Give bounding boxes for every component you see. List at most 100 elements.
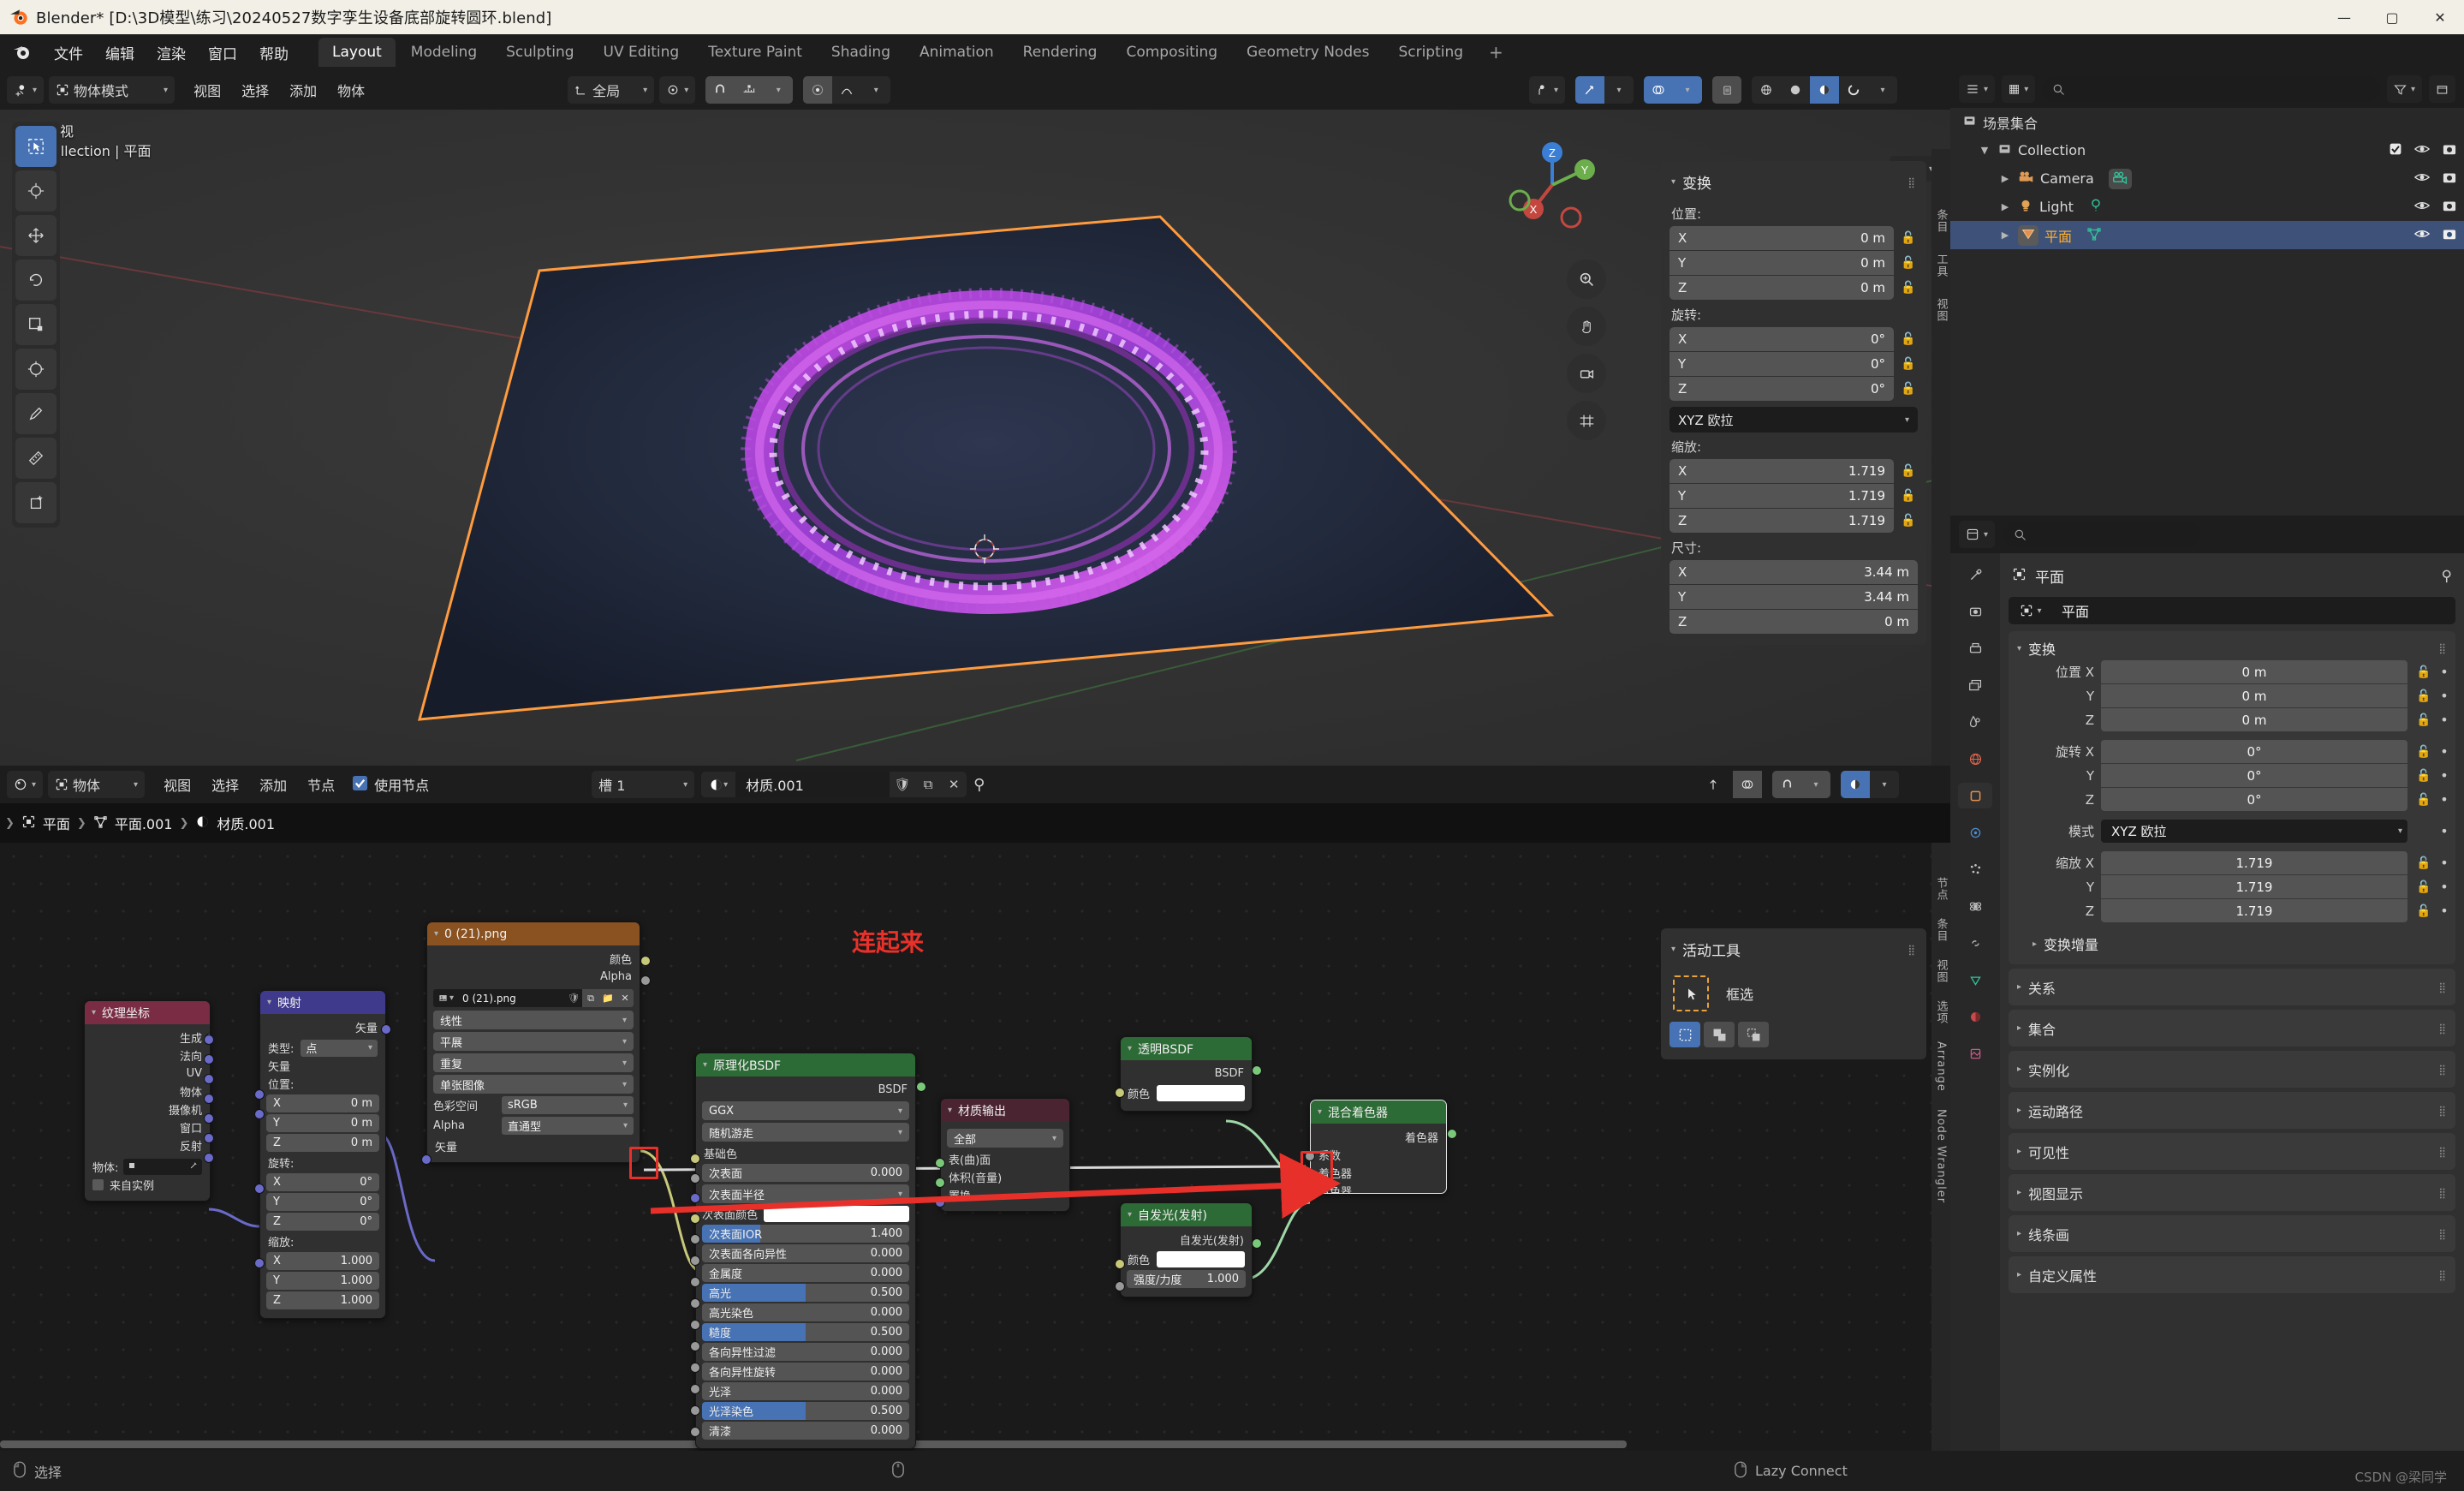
- menu-render[interactable]: 渲染: [146, 39, 197, 67]
- visibility-selector[interactable]: ▾: [1528, 76, 1565, 104]
- expand-triangle-icon[interactable]: ▶: [1998, 230, 2012, 241]
- breadcrumb-material[interactable]: 材质.001: [217, 813, 275, 833]
- lock-icon[interactable]: 🔓: [2414, 880, 2433, 894]
- tab-material-icon[interactable]: [1958, 1004, 1992, 1029]
- outliner-row-collection[interactable]: ▼ Collection: [1950, 136, 2464, 164]
- workspace-tab-texture-paint[interactable]: Texture Paint: [694, 38, 816, 67]
- menu-file[interactable]: 文件: [43, 39, 94, 67]
- drag-dots-icon[interactable]: ⣿: [2438, 1065, 2447, 1075]
- add-workspace-button[interactable]: +: [1479, 40, 1514, 64]
- scale-z-field[interactable]: 1.719: [2101, 899, 2407, 922]
- delta-transform-header[interactable]: ▸ 变换增量: [2015, 932, 2449, 956]
- shading-rendered-icon[interactable]: [1839, 76, 1868, 104]
- shader-editor-type-icon[interactable]: ▾: [7, 771, 44, 798]
- tool-annotate-icon[interactable]: [15, 393, 57, 434]
- outliner-row-camera[interactable]: ▶ Camera: [1950, 164, 2464, 193]
- outliner-editor-type-icon[interactable]: ▾: [1959, 75, 1996, 103]
- use-nodes-toggle[interactable]: 使用节点: [352, 774, 429, 795]
- animate-dot-icon[interactable]: •: [2440, 767, 2449, 784]
- snap-dropdown-icon[interactable]: ▾: [764, 76, 794, 104]
- sidebar-tab-view[interactable]: 视图: [1933, 298, 1949, 322]
- expand-triangle-icon[interactable]: ▼: [1978, 145, 1991, 156]
- tab-world-icon[interactable]: [1958, 746, 1992, 772]
- transform-orientation-selector[interactable]: 全局 ▾: [568, 76, 655, 104]
- breadcrumb-object[interactable]: 平面: [43, 813, 70, 833]
- blender-menu-icon[interactable]: [12, 42, 33, 63]
- shader-editor[interactable]: ▾ 物体 ▾ 视图 选择 添加 节点 使用节点 槽 1 ▾ ▾ 材质.001 🛡…: [0, 766, 1950, 1451]
- node-shading-dropdown-icon[interactable]: ▾: [1870, 771, 1899, 798]
- camera-render-icon[interactable]: [2442, 227, 2457, 244]
- outliner-search-input[interactable]: [2042, 76, 2380, 102]
- workspace-tab-rendering[interactable]: Rendering: [1009, 38, 1111, 67]
- tool-measure-icon[interactable]: [15, 438, 57, 479]
- lock-rotation-z-icon[interactable]: 🔓: [1899, 382, 1918, 396]
- animate-dot-icon[interactable]: •: [2440, 712, 2449, 728]
- rotation-mode-dropdown[interactable]: XYZ 欧拉 ▾: [1669, 407, 1918, 432]
- tool-cursor-icon[interactable]: [15, 170, 57, 212]
- tab-data-icon[interactable]: [1958, 967, 1992, 993]
- transform-panel-header[interactable]: ▾ 变换 ⣿: [2015, 636, 2449, 660]
- shading-solid-icon[interactable]: [1781, 76, 1810, 104]
- tool-rotate-icon[interactable]: [15, 259, 57, 301]
- material-icon[interactable]: ▾: [701, 772, 736, 797]
- shader-menu-view[interactable]: 视图: [153, 771, 201, 798]
- tab-physics-icon[interactable]: [1958, 893, 1992, 919]
- xray-toggle-icon[interactable]: [1712, 76, 1741, 104]
- breadcrumb-mesh[interactable]: 平面.001: [115, 813, 173, 833]
- workspace-tab-uv-editing[interactable]: UV Editing: [590, 38, 693, 67]
- animate-dot-icon[interactable]: •: [2440, 903, 2449, 919]
- rotation-mode-dropdown[interactable]: XYZ 欧拉 ▾: [2101, 820, 2407, 843]
- viewport-menu-view[interactable]: 视图: [183, 76, 231, 104]
- lock-location-x-icon[interactable]: 🔓: [1899, 231, 1918, 245]
- tool-transform-icon[interactable]: [15, 349, 57, 390]
- drag-dots-icon[interactable]: ⣿: [2438, 1270, 2447, 1280]
- eye-icon[interactable]: [2413, 142, 2431, 159]
- location-z-field[interactable]: Z 0 m: [1669, 276, 1894, 300]
- tab-constraints-icon[interactable]: [1958, 930, 1992, 956]
- checkbox-icon[interactable]: [2389, 142, 2402, 159]
- tool-select-box-icon[interactable]: [15, 126, 57, 167]
- interaction-mode-selector[interactable]: 物体模式 ▾: [49, 76, 176, 104]
- animate-dot-icon[interactable]: •: [2440, 743, 2449, 760]
- zoom-view-icon[interactable]: [1567, 259, 1606, 299]
- new-material-icon[interactable]: ⧉: [915, 772, 941, 797]
- expand-triangle-icon[interactable]: ▶: [1998, 201, 2012, 212]
- scale-y-field[interactable]: Y 1.719: [1669, 484, 1894, 508]
- lock-rotation-y-icon[interactable]: 🔓: [1899, 357, 1918, 371]
- shading-material-icon[interactable]: [1810, 76, 1839, 104]
- editor-type-selector[interactable]: ▾: [7, 76, 45, 104]
- camera-view-icon[interactable]: [1567, 354, 1606, 393]
- workspace-tab-shading[interactable]: Shading: [818, 38, 904, 67]
- tab-object-icon[interactable]: [1958, 783, 1992, 808]
- lock-icon[interactable]: 🔓: [2414, 745, 2433, 759]
- location-x-field[interactable]: 0 m: [2101, 660, 2407, 683]
- drag-dots-icon[interactable]: ⣿: [2438, 1023, 2447, 1034]
- tab-texture-icon[interactable]: [1958, 1041, 1992, 1066]
- menu-edit[interactable]: 编辑: [94, 39, 146, 67]
- snap-magnet-icon[interactable]: [705, 76, 735, 104]
- expand-triangle-icon[interactable]: ▶: [1998, 173, 2012, 184]
- animate-dot-icon[interactable]: •: [2440, 791, 2449, 808]
- sidebar-tab-tool[interactable]: 工具: [1933, 253, 1949, 277]
- pin-material-icon[interactable]: ⚲: [973, 776, 985, 794]
- toggle-ortho-icon[interactable]: [1567, 401, 1606, 440]
- unlink-material-icon[interactable]: ✕: [941, 772, 967, 797]
- outliner-row-scene-collection[interactable]: 场景集合: [1950, 108, 2464, 136]
- node-snap-magnet-icon[interactable]: [1772, 771, 1801, 798]
- outliner-row-light[interactable]: ▶ Light: [1950, 193, 2464, 221]
- menu-help[interactable]: 帮助: [248, 39, 300, 67]
- lock-icon[interactable]: 🔓: [2414, 689, 2433, 703]
- rotation-x-field[interactable]: 0°: [2101, 740, 2407, 763]
- camera-data-icon[interactable]: [2108, 168, 2132, 189]
- workspace-tab-sculpting[interactable]: Sculpting: [492, 38, 587, 67]
- proportional-edit-icon[interactable]: [803, 76, 833, 104]
- location-z-field[interactable]: 0 m: [2101, 708, 2407, 731]
- node-canvas[interactable]: 连起来 ▾ 纹理坐标 生成 法向 UV 物体 摄像机 窗口 反射 物体: 来自实…: [0, 843, 1950, 1451]
- dimension-y-field[interactable]: Y 3.44 m: [1669, 585, 1918, 609]
- tab-render-icon[interactable]: [1958, 599, 1992, 624]
- panel-instancing[interactable]: ▸ 实例化 ⣿: [2009, 1051, 2455, 1088]
- lock-icon[interactable]: 🔓: [2414, 856, 2433, 870]
- outliner-editor[interactable]: ▾ ▦ ▾ ▾ 场景集合 ▼ Collection ▶ Camera ▶ Lig…: [1950, 70, 2464, 516]
- drag-dots-icon[interactable]: ⣿: [2438, 1106, 2447, 1116]
- lock-scale-y-icon[interactable]: 🔓: [1899, 489, 1918, 503]
